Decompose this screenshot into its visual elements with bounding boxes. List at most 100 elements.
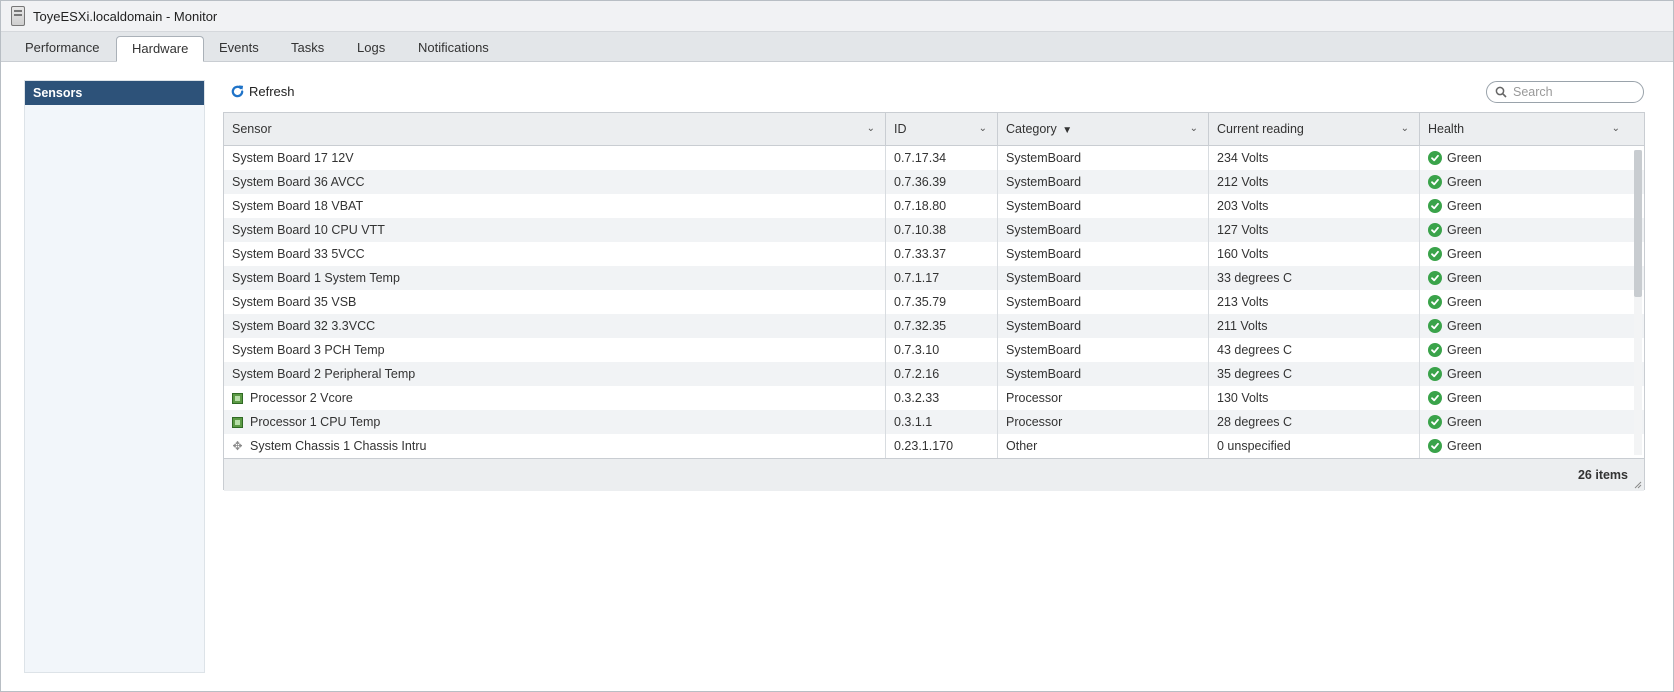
cell-id: 0.7.18.80 [886,194,998,218]
column-label: Health [1428,122,1465,136]
search-icon [1495,86,1507,98]
check-circle-icon [1428,415,1442,429]
table-row[interactable]: System Board 10 CPU VTT 0.7.10.38 SystemBo… [224,218,1644,242]
scrollbar-thumb[interactable] [1634,150,1642,297]
cell-current-reading: 130 Volts [1209,386,1420,410]
resize-handle-icon[interactable] [1634,481,1642,489]
chevron-down-icon[interactable]: ⌄ [979,113,987,145]
cell-current-reading: 127 Volts [1209,218,1420,242]
sensors-grid: Sensor ⌄ ID ⌄ Category ▼ ⌄ Current readi… [223,112,1645,491]
chevron-down-icon[interactable]: ⌄ [1190,113,1198,145]
cell-sensor: System Board 10 CPU VTT [224,218,886,242]
tab-hardware[interactable]: Hardware [116,36,205,62]
cell-sensor: Processor 2 Vcore [224,386,886,410]
cell-id: 0.7.2.16 [886,362,998,386]
health-label: Green [1447,151,1482,165]
table-row[interactable]: System Board 32 3.3VCC 0.7.32.35 SystemBoa… [224,314,1644,338]
chevron-down-icon[interactable]: ⌄ [867,113,875,145]
cell-category: Processor [998,410,1209,434]
column-header-id[interactable]: ID ⌄ [886,113,998,145]
health-label: Green [1447,343,1482,357]
cell-current-reading: 28 degrees C [1209,410,1420,434]
cell-sensor: System Board 35 VSB [224,290,886,314]
health-label: Green [1447,223,1482,237]
cell-category: SystemBoard [998,266,1209,290]
items-count: 26 items [1577,468,1628,482]
cell-health: Green [1420,410,1630,434]
check-circle-icon [1428,367,1442,381]
table-row[interactable]: Processor 1 CPU Temp 0.3.1.1 Processor 28 d… [224,410,1644,434]
table-row[interactable]: System Board 3 PCH Temp 0.7.3.10 SystemBoa… [224,338,1644,362]
sidebar-item-sensors[interactable]: Sensors [25,81,204,105]
sensor-name: System Board 18 VBAT [232,199,364,213]
cell-current-reading: 211 Volts [1209,314,1420,338]
check-circle-icon [1428,175,1442,189]
check-circle-icon [1428,247,1442,261]
table-row[interactable]: System Board 36 AVCC 0.7.36.39 SystemBoard… [224,170,1644,194]
table-row[interactable]: ✥ System Chassis 1 Chassis Intru 0.23.1.17… [224,434,1644,458]
health-label: Green [1447,295,1482,309]
chevron-down-icon[interactable]: ⌄ [1612,113,1620,145]
cell-id: 0.7.32.35 [886,314,998,338]
table-row[interactable]: System Board 2 Peripheral Temp 0.7.2.16 Sy… [224,362,1644,386]
cell-current-reading: 160 Volts [1209,242,1420,266]
tab-tasks[interactable]: Tasks [276,36,339,60]
cell-health: Green [1420,170,1630,194]
tab-logs[interactable]: Logs [342,36,400,60]
processor-icon [232,416,243,428]
cell-health: Green [1420,362,1630,386]
search-box[interactable] [1486,81,1644,103]
health-label: Green [1447,439,1482,453]
column-label: Category [1006,122,1057,136]
column-label: Current reading [1217,122,1304,136]
cell-id: 0.7.17.34 [886,146,998,170]
refresh-icon [231,85,244,98]
sensor-name: System Chassis 1 Chassis Intru [250,439,427,453]
health-label: Green [1447,247,1482,261]
column-label: Sensor [232,122,272,136]
host-icon [11,6,25,26]
column-header-sensor[interactable]: Sensor ⌄ [224,113,886,145]
check-circle-icon [1428,151,1442,165]
table-row[interactable]: System Board 33 5VCC 0.7.33.37 SystemBoard… [224,242,1644,266]
cell-category: SystemBoard [998,290,1209,314]
cell-id: 0.7.3.10 [886,338,998,362]
tab-events[interactable]: Events [204,36,274,60]
column-header-current-reading[interactable]: Current reading ⌄ [1209,113,1420,145]
tab-performance[interactable]: Performance [10,36,114,60]
cell-id: 0.7.36.39 [886,170,998,194]
table-row[interactable]: System Board 35 VSB 0.7.35.79 SystemBoard 2… [224,290,1644,314]
cell-category: SystemBoard [998,314,1209,338]
check-circle-icon [1428,223,1442,237]
column-header-health[interactable]: Health ⌄ [1420,113,1630,145]
table-row[interactable]: Processor 2 Vcore 0.3.2.33 Processor 130 Vo… [224,386,1644,410]
cell-category: SystemBoard [998,170,1209,194]
column-label: ID [894,122,907,136]
check-circle-icon [1428,343,1442,357]
other-sensor-icon: ✥ [232,438,243,453]
sensor-name: System Board 10 CPU VTT [232,223,385,237]
tab-notifications[interactable]: Notifications [403,36,504,60]
cell-id: 0.23.1.170 [886,434,998,458]
table-row[interactable]: System Board 17 12V 0.7.17.34 SystemBoard 2… [224,146,1644,170]
processor-icon [232,392,243,404]
refresh-button[interactable]: Refresh [230,84,295,99]
vertical-scrollbar[interactable] [1634,150,1642,455]
tab-bar: Performance Hardware Events Tasks Logs N… [1,32,1673,62]
cell-category: SystemBoard [998,362,1209,386]
cell-sensor: Processor 1 CPU Temp [224,410,886,434]
cell-category: SystemBoard [998,146,1209,170]
cell-id: 0.7.35.79 [886,290,998,314]
health-label: Green [1447,199,1482,213]
search-input[interactable] [1511,84,1635,100]
window-title: ToyeESXi.localdomain - Monitor [33,8,218,24]
check-circle-icon [1428,271,1442,285]
cell-sensor: System Board 33 5VCC [224,242,886,266]
cell-sensor: System Board 2 Peripheral Temp [224,362,886,386]
cell-id: 0.7.10.38 [886,218,998,242]
column-header-category[interactable]: Category ▼ ⌄ [998,113,1209,145]
table-row[interactable]: System Board 18 VBAT 0.7.18.80 SystemBoard… [224,194,1644,218]
cell-id: 0.3.1.1 [886,410,998,434]
table-row[interactable]: System Board 1 System Temp 0.7.1.17 System… [224,266,1644,290]
chevron-down-icon[interactable]: ⌄ [1401,113,1409,145]
